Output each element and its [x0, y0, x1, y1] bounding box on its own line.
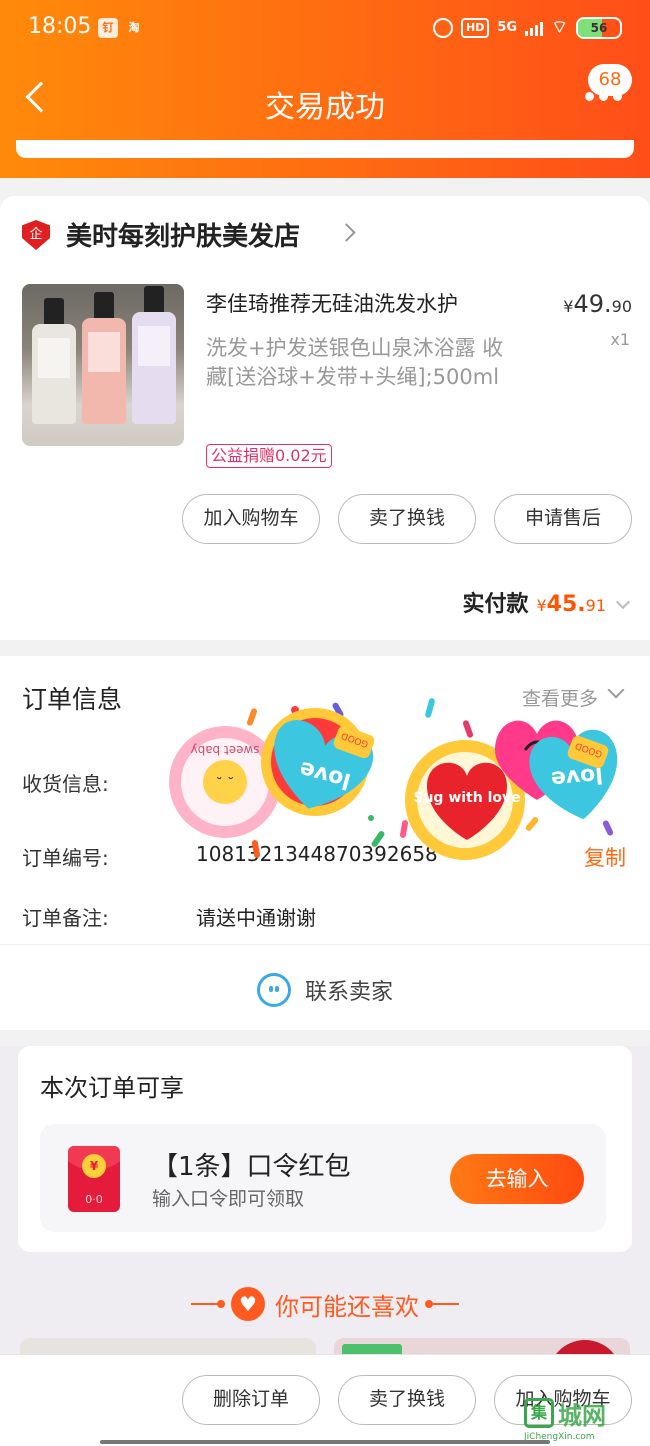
price-decimal: 90	[611, 297, 632, 316]
bottle-shape	[132, 286, 176, 424]
paid-integer: 45.	[546, 592, 586, 617]
decor-line	[425, 1300, 459, 1308]
benefit-name: 【1条】口令红包	[152, 1152, 351, 1182]
sug-text: Sug with love	[413, 790, 520, 806]
red-packet-icon: ¥ 0·0	[68, 1146, 120, 1212]
product-image[interactable]	[22, 284, 184, 446]
status-bar: 18:05 钉 淘 HD 5G ⌔ 56	[0, 0, 650, 58]
battery-icon: 56	[576, 16, 622, 39]
paid-amount[interactable]: 实付款 ¥45.91	[462, 586, 631, 618]
benefit-subtitle: 输入口令即可领取	[152, 1188, 305, 1210]
header-pill	[16, 140, 634, 158]
price-integer: 49.	[573, 290, 612, 318]
coin-icon: ¥	[82, 1154, 106, 1178]
shop-logo-icon: 企	[22, 220, 50, 250]
watermark-url: JiChengXin.com	[524, 1432, 595, 1442]
bottle-shape	[82, 292, 126, 424]
watermark-logo: 集 城网 JiChengXin.com	[524, 1396, 644, 1444]
charity-tag: 公益捐赠0.02元	[206, 444, 332, 468]
contact-seller-button[interactable]: 联系卖家	[0, 950, 650, 1030]
red-packet-face: 0·0	[85, 1193, 103, 1206]
enter-code-button[interactable]: 去输入	[450, 1154, 584, 1204]
product-title[interactable]: 李佳琦推荐无硅油洗发水护	[206, 288, 458, 318]
hd-icon: HD	[461, 17, 490, 38]
message-badge[interactable]: 68	[588, 64, 632, 96]
watermark-text: 城网	[558, 1402, 606, 1430]
benefit-card: 本次订单可享 ¥ 0·0 【1条】口令红包 输入口令即可领取 去输入	[18, 1046, 632, 1252]
contact-seller-label: 联系卖家	[304, 980, 393, 1005]
header: 18:05 钉 淘 HD 5G ⌔ 56 交易成功 68	[0, 0, 650, 178]
resell-button[interactable]: 卖了换钱	[338, 494, 476, 544]
taobao-icon: 淘	[128, 21, 140, 34]
product-quantity: x1	[610, 330, 630, 349]
signal-icon	[525, 20, 544, 36]
sweet-sticker: ˘ ˘ sweet baby	[169, 726, 281, 838]
paid-symbol: ¥	[536, 596, 547, 615]
delete-order-button[interactable]: 删除订单	[182, 1375, 320, 1425]
sweet-text: sweet baby	[190, 743, 259, 757]
chat-icon	[256, 973, 291, 1007]
product-spec: 洗发+护发送银色山泉沐浴露 收藏[送浴球+发带+头绳];500ml	[206, 336, 504, 389]
benefit-item: ¥ 0·0 【1条】口令红包 输入口令即可领取 去输入	[40, 1124, 606, 1232]
receiving-info-label: 收货信息:	[22, 772, 109, 796]
love-sticker-1: love GOOD	[261, 708, 375, 816]
resell-button[interactable]: 卖了换钱	[338, 1375, 476, 1425]
chevron-down-icon[interactable]	[615, 594, 631, 610]
price-symbol: ¥	[563, 297, 574, 316]
divider	[0, 944, 650, 945]
bottle-shape	[32, 298, 76, 424]
order-note: 请送中通谢谢	[196, 906, 316, 930]
product-price: ¥49.90	[563, 290, 632, 318]
status-right: HD 5G ⌔ 56	[433, 16, 622, 39]
recommend-title: 你可能还喜欢	[275, 1292, 419, 1321]
dingtalk-icon: 钉	[98, 18, 118, 38]
order-number-label: 订单编号:	[22, 846, 109, 870]
benefit-title: 本次订单可享	[40, 1074, 184, 1102]
home-indicator[interactable]	[100, 1440, 550, 1444]
decor-line	[191, 1300, 225, 1308]
network-label: 5G	[497, 20, 518, 35]
chevron-right-icon[interactable]	[337, 223, 356, 242]
recommend-header: ♥ 你可能还喜欢	[0, 1282, 650, 1326]
order-info-title: 订单信息	[22, 685, 123, 714]
wifi-icon: ⌔	[551, 17, 568, 38]
status-time: 18:05	[28, 14, 92, 39]
battery-level: 56	[590, 20, 608, 35]
order-note-label: 订单备注:	[22, 906, 109, 930]
watermark-box: 集	[524, 1398, 554, 1428]
sticker-overlay[interactable]: ˘ ˘ sweet baby love GOOD Sug with love l…	[165, 690, 650, 870]
after-sale-button[interactable]: 申请售后	[494, 494, 632, 544]
page-title: 交易成功	[265, 90, 385, 125]
alarm-icon	[433, 17, 454, 38]
heart-icon: ♥	[231, 1287, 265, 1321]
add-to-cart-button[interactable]: 加入购物车	[182, 494, 320, 544]
shop-card: 企 美时每刻护肤美发店 李佳琦推荐无硅油洗发水护 ¥49.90 x1 洗发+护发…	[0, 196, 650, 640]
shop-name[interactable]: 美时每刻护肤美发店	[66, 216, 300, 253]
paid-label: 实付款	[462, 592, 529, 617]
svg-text:˘ ˘: ˘ ˘	[216, 776, 234, 792]
paid-value: ¥45.91	[536, 592, 606, 617]
sticker-art: ˘ ˘ sweet baby love GOOD Sug with love l…	[169, 698, 618, 860]
paid-decimal: 91	[585, 596, 606, 615]
